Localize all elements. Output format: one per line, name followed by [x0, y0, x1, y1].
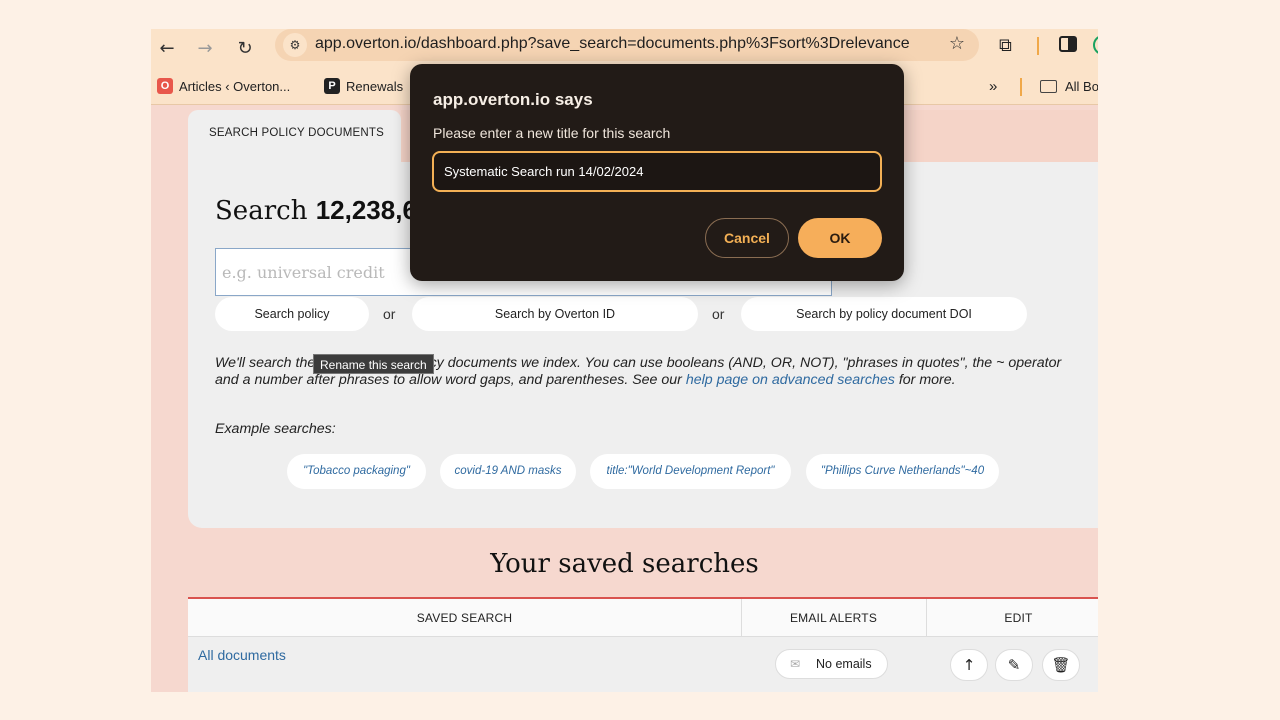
profile-avatar[interactable]: [1093, 35, 1098, 55]
column-header-email-alerts: EMAIL ALERTS: [789, 611, 878, 625]
browser-window: ← → ↻ ⚙ app.overton.io/dashboard.php?sav…: [151, 29, 1098, 692]
move-up-arrow-icon[interactable]: ↑: [950, 649, 988, 681]
address-bar[interactable]: ⚙ app.overton.io/dashboard.php?save_sear…: [275, 29, 979, 61]
forward-icon[interactable]: →: [193, 37, 217, 61]
saved-searches-heading: Your saved searches: [490, 549, 759, 579]
rename-prompt-dialog: app.overton.io says Please enter a new t…: [410, 64, 904, 281]
all-bookmarks-label: All Bo: [1065, 78, 1098, 94]
p-favicon-icon: P: [324, 78, 340, 94]
cancel-button[interactable]: Cancel: [705, 218, 789, 258]
dialog-message: Please enter a new title for this search: [433, 125, 671, 141]
or-label: or: [712, 306, 725, 322]
site-info-icon[interactable]: ⚙: [283, 33, 307, 57]
table-header: SAVED SEARCH EMAIL ALERTS EDIT: [188, 599, 1098, 637]
search-title-input[interactable]: [432, 151, 882, 192]
all-bookmarks-folder[interactable]: All Bo: [1040, 75, 1098, 97]
dialog-title: app.overton.io says: [433, 90, 593, 109]
delete-trash-icon[interactable]: 🗑: [1042, 649, 1080, 681]
back-icon[interactable]: ←: [155, 37, 179, 61]
bookmarks-overflow-icon[interactable]: »: [989, 75, 997, 97]
reload-icon[interactable]: ↻: [233, 37, 257, 61]
search-heading: Search 12,238,65: [215, 195, 431, 226]
side-panel-icon[interactable]: [1059, 36, 1077, 52]
bookmark-item-articles[interactable]: O Articles ‹ Overton...: [157, 75, 290, 97]
bookmark-label: Renewals: [346, 78, 404, 94]
mail-icon: ✉: [790, 657, 801, 671]
bookmark-label: Articles ‹ Overton...: [179, 78, 291, 94]
example-searches-label: Example searches:: [215, 421, 336, 437]
rename-tooltip: Rename this search: [313, 354, 434, 374]
email-alerts-button[interactable]: ✉ No emails: [775, 649, 888, 679]
search-policy-button[interactable]: Search policy: [215, 297, 369, 331]
saved-search-link[interactable]: All documents: [198, 647, 286, 663]
column-header-edit: EDIT: [1004, 611, 1033, 625]
saved-searches-table: SAVED SEARCH EMAIL ALERTS EDIT All docum…: [188, 597, 1098, 692]
bookmarks-divider: [1020, 78, 1022, 96]
example-search-chip[interactable]: covid-19 AND masks: [440, 454, 576, 489]
example-search-chip[interactable]: "Tobacco packaging": [287, 454, 426, 489]
example-search-chip[interactable]: "Phillips Curve Netherlands"~40: [806, 454, 999, 489]
bookmark-star-icon[interactable]: ☆: [949, 33, 965, 54]
or-label: or: [383, 306, 396, 322]
advanced-search-help-link[interactable]: help page on advanced searches: [686, 372, 895, 388]
help-text-part: for more.: [894, 372, 956, 388]
search-by-doi-button[interactable]: Search by policy document DOI: [741, 297, 1027, 331]
rename-edit-icon[interactable]: ✎: [995, 649, 1033, 681]
column-header-saved-search: SAVED SEARCH: [416, 611, 513, 625]
overton-favicon-icon: O: [157, 78, 173, 94]
folder-icon: [1040, 79, 1057, 93]
search-by-overton-id-button[interactable]: Search by Overton ID: [412, 297, 698, 331]
example-search-chip[interactable]: title:"World Development Report": [590, 454, 791, 489]
bookmark-item-renewals[interactable]: P Renewals: [324, 75, 403, 97]
search-heading-prefix: Search: [215, 196, 308, 226]
browser-toolbar: ← → ↻ ⚙ app.overton.io/dashboard.php?sav…: [151, 29, 1098, 69]
tab-label: SEARCH POLICY DOCUMENTS: [209, 127, 384, 139]
tab-search-policy-documents[interactable]: SEARCH POLICY DOCUMENTS: [188, 110, 401, 163]
extensions-icon[interactable]: ⧉: [999, 35, 1012, 56]
url-text[interactable]: app.overton.io/dashboard.php?save_search…: [315, 35, 910, 53]
email-alerts-label: No emails: [816, 657, 872, 671]
ok-button[interactable]: OK: [798, 218, 882, 258]
toolbar-divider: [1037, 37, 1039, 55]
